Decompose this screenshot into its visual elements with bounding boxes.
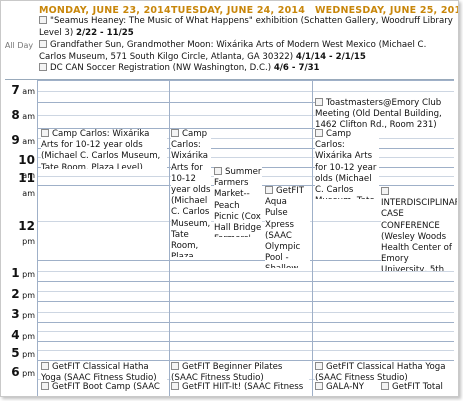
event-checkbox[interactable] bbox=[39, 40, 47, 48]
event-checkbox[interactable] bbox=[41, 382, 49, 390]
hour-label-4pm: 4 pm bbox=[11, 328, 35, 342]
hour-label-8am: 8 am bbox=[11, 108, 35, 122]
half-hour-gridline bbox=[37, 91, 454, 92]
event-checkbox[interactable] bbox=[315, 382, 323, 390]
event-checkbox[interactable] bbox=[381, 382, 389, 390]
event-camp-carlos-wednesday[interactable]: Camp Carlos: Wixárika Arts for 10-12 yea… bbox=[315, 129, 379, 199]
hour-label-7am: 7 am bbox=[11, 83, 35, 97]
hour-gridline bbox=[37, 341, 454, 342]
column-divider bbox=[37, 80, 38, 396]
column-divider bbox=[312, 80, 313, 396]
all-day-event[interactable]: Grandfather Sun, Grandmother Moon: Wixár… bbox=[39, 40, 453, 63]
event-camp-carlos-tuesday[interactable]: Camp Carlos: Wixárika Arts for 10-12 yea… bbox=[171, 129, 211, 257]
event-checkbox[interactable] bbox=[171, 382, 179, 390]
all-day-events: "Seamus Heaney: The Music of What Happen… bbox=[37, 14, 454, 76]
column-divider bbox=[169, 80, 170, 396]
event-toastmasters[interactable]: Toastmasters@Emory Club Meeting (Old Den… bbox=[315, 98, 457, 132]
event-checkbox[interactable] bbox=[41, 362, 49, 370]
half-hour-gridline bbox=[37, 331, 454, 332]
event-summer-farmers-market[interactable]: Summer Farmers Market--Peach Picnic (Cox… bbox=[214, 167, 262, 237]
hour-label-3pm: 3 pm bbox=[11, 307, 35, 321]
time-grid: 7 am 8 am 9 am 10 am 11 am 12 pm 1 pm 2 … bbox=[5, 79, 457, 396]
event-getfit-aqua-pulse[interactable]: GetFIT Aqua Pulse Xpress (SAAC Olympic P… bbox=[265, 186, 310, 268]
event-checkbox[interactable] bbox=[171, 129, 179, 137]
hour-label-11am: 11 am bbox=[18, 171, 35, 198]
event-interdisciplinary-case-conference[interactable]: INTERDISCIPLINARY CASE CONFERENCE (Wesle… bbox=[381, 187, 457, 271]
event-hiit-tuesday[interactable]: GetFIT HIIT-It! (SAAC Fitness bbox=[171, 382, 309, 396]
hour-gridline bbox=[37, 80, 454, 81]
event-checkbox[interactable] bbox=[381, 187, 389, 195]
hour-gridline bbox=[37, 281, 454, 282]
event-hatha-yoga-monday[interactable]: GetFIT Classical Hatha Yoga (SAAC Fitnes… bbox=[41, 362, 167, 384]
event-checkbox[interactable] bbox=[171, 362, 179, 370]
hour-gridline bbox=[37, 301, 454, 302]
event-total-wednesday[interactable]: GetFIT Total bbox=[381, 382, 457, 396]
all-day-event[interactable]: "Seamus Heaney: The Music of What Happen… bbox=[39, 16, 453, 39]
hour-label-9am: 9 am bbox=[11, 133, 35, 147]
hour-label-5pm: 5 pm bbox=[11, 346, 35, 360]
event-gala-ny-wednesday[interactable]: GALA-NY bbox=[315, 382, 377, 396]
hour-label-1pm: 1 pm bbox=[11, 266, 35, 280]
hour-label-6pm: 6 pm bbox=[11, 365, 35, 379]
event-checkbox[interactable] bbox=[315, 129, 323, 137]
event-checkbox[interactable] bbox=[315, 98, 323, 106]
event-beginner-pilates-tuesday[interactable]: GetFIT Beginner Pilates (SAAC Fitness St… bbox=[171, 362, 309, 384]
event-checkbox[interactable] bbox=[39, 16, 47, 24]
calendar-week-view: MONDAY, JUNE 23, 2014 TUESDAY, JUNE 24, … bbox=[0, 0, 459, 397]
hour-gridline bbox=[37, 360, 454, 361]
event-checkbox[interactable] bbox=[315, 362, 323, 370]
event-checkbox[interactable] bbox=[39, 63, 47, 71]
hour-label-12pm: 12 pm bbox=[18, 219, 35, 246]
half-hour-gridline bbox=[37, 271, 454, 272]
event-boot-camp-monday[interactable]: GetFIT Boot Camp (SAAC bbox=[41, 382, 167, 396]
hour-gridline bbox=[37, 322, 454, 323]
event-camp-carlos-monday[interactable]: Camp Carlos: Wixárika Arts for 10-12 yea… bbox=[41, 129, 167, 169]
event-checkbox[interactable] bbox=[265, 186, 273, 194]
all-day-label: All Day bbox=[4, 41, 34, 50]
event-checkbox[interactable] bbox=[214, 167, 222, 175]
half-hour-gridline bbox=[37, 312, 454, 313]
event-hatha-yoga-wednesday[interactable]: GetFIT Classical Hatha Yoga (SAAC Fitnes… bbox=[315, 362, 457, 384]
hour-label-2pm: 2 pm bbox=[11, 287, 35, 301]
half-hour-gridline bbox=[37, 350, 454, 351]
event-checkbox[interactable] bbox=[41, 129, 49, 137]
half-hour-gridline bbox=[37, 291, 454, 292]
all-day-event[interactable]: DC CAN Soccer Registration (NW Washingto… bbox=[39, 63, 453, 75]
